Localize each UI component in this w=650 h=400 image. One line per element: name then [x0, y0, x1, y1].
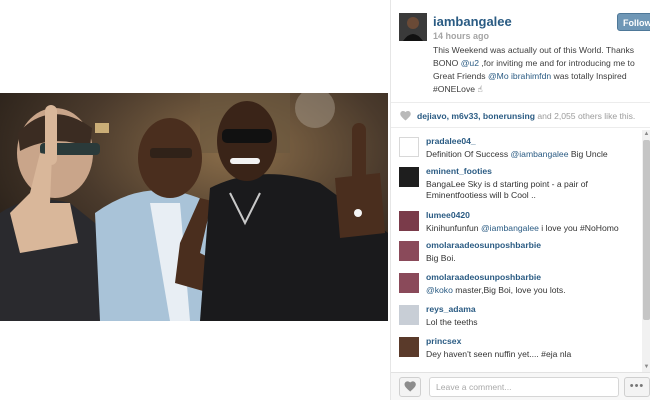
likes-bar: dejiavo, m6v33, bonerunsing and 2,055 ot…	[391, 102, 650, 128]
pointing-finger-icon: ☝	[477, 84, 483, 94]
heart-icon	[404, 381, 416, 392]
comment-body: master,Big Boi, love you lots.	[452, 285, 566, 295]
comments-panel: iambangalee 14 hours ago Follow This Wee…	[390, 0, 650, 400]
comment-body: i love you #NoHomo	[538, 223, 619, 233]
comment-item: omolaraadeosunposhbarbie Big Boi.	[391, 238, 643, 270]
caption-mention[interactable]: ibrahimfdn	[511, 71, 551, 81]
comment-mention[interactable]: @koko	[426, 285, 453, 295]
comment-avatar[interactable]	[399, 137, 419, 157]
post-username[interactable]: iambangalee	[433, 14, 512, 29]
comment-username[interactable]: reys_adama	[426, 304, 476, 314]
comment-body: Kinihunfunfun	[426, 223, 481, 233]
comment-text: Dey haven't seen nuffin yet.... #eja nla	[426, 349, 638, 360]
heart-icon	[400, 111, 411, 121]
comment-item: eminent_footies BangaLee Sky is d startin…	[391, 164, 643, 208]
comment-avatar[interactable]	[399, 167, 419, 187]
comment-avatar[interactable]	[399, 273, 419, 293]
comment-body: Dey haven't seen nuffin yet.... #eja nla	[426, 349, 572, 359]
comment-body: Lol the teeths	[426, 317, 478, 327]
comment-avatar[interactable]	[399, 241, 419, 261]
comment-text: @koko master,Big Boi, love you lots.	[426, 285, 638, 296]
comment-body: Definition Of Success	[426, 149, 511, 159]
post-header: iambangalee 14 hours ago Follow This Wee…	[391, 0, 650, 100]
photo-pane	[0, 0, 390, 400]
comment-body: Big Uncle	[568, 149, 608, 159]
comment-avatar[interactable]	[399, 337, 419, 357]
likes-text: dejiavo, m6v33, bonerunsing and 2,055 ot…	[417, 111, 635, 121]
more-options-button[interactable]: •••	[624, 377, 650, 397]
likes-names[interactable]: dejiavo, m6v33, bonerunsing	[417, 111, 535, 121]
comment-body: BangaLee Sky is d starting point - a pai…	[426, 179, 588, 200]
post-timestamp[interactable]: 14 hours ago	[433, 31, 489, 41]
scroll-down-arrow[interactable]: ▼	[642, 363, 650, 372]
comment-item: reys_adama Lol the teeths	[391, 302, 643, 334]
comment-username[interactable]: princsex	[426, 336, 461, 346]
comment-input[interactable]	[429, 377, 619, 397]
comments-scrollbar[interactable]: ▲ ▼	[642, 130, 650, 372]
comment-item: pradalee04_ Definition Of Success @iamban…	[391, 134, 643, 164]
comment-item: omolaraadeosunposhbarbie @koko master,Big…	[391, 270, 643, 302]
comment-username[interactable]: pradalee04_	[426, 136, 476, 146]
comments-list: pradalee04_ Definition Of Success @iamban…	[391, 130, 643, 372]
comment-mention[interactable]: @iambangalee	[511, 149, 569, 159]
comment-text: Lol the teeths	[426, 317, 638, 328]
comment-text: Big Boi.	[426, 253, 638, 264]
like-button[interactable]	[399, 377, 421, 397]
post-caption: This Weekend was actually out of this Wo…	[433, 44, 645, 96]
avatar[interactable]	[399, 13, 427, 41]
comment-avatar[interactable]	[399, 305, 419, 325]
comment-text: Definition Of Success @iambangalee Big U…	[426, 149, 638, 160]
post-photo-image	[0, 93, 388, 321]
comment-username[interactable]: eminent_footies	[426, 166, 492, 176]
comment-footer: •••	[391, 372, 650, 400]
avatar-image	[399, 13, 427, 41]
scroll-thumb[interactable]	[643, 140, 650, 320]
comment-avatar[interactable]	[399, 211, 419, 231]
comment-text: Kinihunfunfun @iambangalee i love you #N…	[426, 223, 638, 234]
comment-username[interactable]: omolaraadeosunposhbarbie	[426, 272, 541, 282]
caption-mention[interactable]: @u2	[461, 58, 479, 68]
comment-mention[interactable]: @iambangalee	[481, 223, 539, 233]
caption-mention[interactable]: @Mo	[488, 71, 509, 81]
comment-item: princsex Dey haven't seen nuffin yet.... …	[391, 334, 643, 366]
scroll-up-arrow[interactable]: ▲	[642, 130, 650, 139]
comment-body: Big Boi.	[426, 253, 456, 263]
comment-text: BangaLee Sky is d starting point - a pai…	[426, 179, 638, 201]
post-photo[interactable]	[0, 93, 388, 321]
comment-item: lumee0420 Kinihunfunfun @iambangalee i lo…	[391, 208, 643, 238]
comment-username[interactable]: lumee0420	[426, 210, 470, 220]
comment-username[interactable]: omolaraadeosunposhbarbie	[426, 240, 541, 250]
follow-button[interactable]: Follow	[617, 13, 650, 31]
likes-count-text: and 2,055 others like this.	[534, 111, 636, 121]
